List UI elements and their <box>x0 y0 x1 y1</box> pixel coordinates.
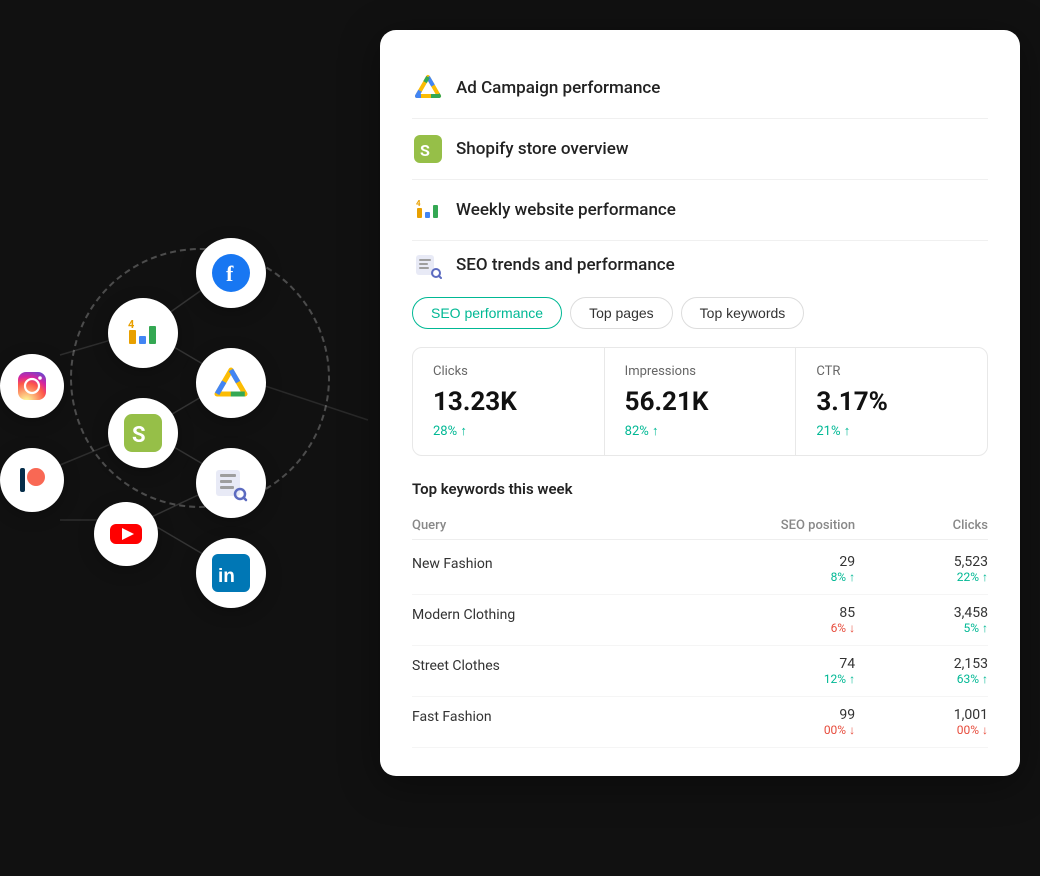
table-row: Modern Clothing 85 6% ↓ 3,458 5% ↑ <box>412 595 988 646</box>
impressions-change: 82% ↑ <box>625 423 776 439</box>
svg-text:4: 4 <box>416 199 421 208</box>
kw-clicks-1: 3,458 5% ↑ <box>855 605 988 635</box>
kw-seo-2: 74 12% ↑ <box>678 656 855 686</box>
ctr-value: 3.17% <box>816 387 967 417</box>
svg-text:in: in <box>218 566 235 587</box>
tab-top-keywords[interactable]: Top keywords <box>681 297 805 329</box>
seo-section: SEO trends and performance SEO performan… <box>412 249 988 748</box>
kw-seo-3: 99 00% ↓ <box>678 707 855 737</box>
metrics-row: Clicks 13.23K 28% ↑ Impressions 56.21K 8… <box>412 347 988 456</box>
table-row: New Fashion 29 8% ↑ 5,523 22% ↑ <box>412 544 988 595</box>
kw-name-0: New Fashion <box>412 554 678 572</box>
col-header-query: Query <box>412 518 678 533</box>
clicks-change: 28% ↑ <box>433 423 584 439</box>
looker-menu-icon: 4 <box>412 194 444 226</box>
table-header: Query SEO position Clicks <box>412 512 988 540</box>
patreon-icon-circle[interactable] <box>0 448 64 512</box>
seo-title-row: SEO trends and performance <box>412 249 988 281</box>
svg-text:f: f <box>226 261 234 286</box>
kw-clicks-2: 2,153 63% ↑ <box>855 656 988 686</box>
tab-seo-performance[interactable]: SEO performance <box>412 297 562 329</box>
impressions-label: Impressions <box>625 364 776 379</box>
col-header-seo: SEO position <box>678 518 855 533</box>
ad-campaign-label: Ad Campaign performance <box>456 78 660 98</box>
kw-name-1: Modern Clothing <box>412 605 678 623</box>
clicks-label: Clicks <box>433 364 584 379</box>
keywords-title: Top keywords this week <box>412 480 988 498</box>
metric-impressions: Impressions 56.21K 82% ↑ <box>605 348 797 455</box>
kw-name-3: Fast Fashion <box>412 707 678 725</box>
kw-seo-0: 29 8% ↑ <box>678 554 855 584</box>
main-card: Ad Campaign performance S Shopify store … <box>380 30 1020 776</box>
table-row: Street Clothes 74 12% ↑ 2,153 63% ↑ <box>412 646 988 697</box>
kw-clicks-3: 1,001 00% ↓ <box>855 707 988 737</box>
menu-item-ad-campaign[interactable]: Ad Campaign performance <box>412 58 988 119</box>
weekly-label: Weekly website performance <box>456 200 676 220</box>
shopify-label: Shopify store overview <box>456 139 628 159</box>
clicks-value: 13.23K <box>433 387 584 417</box>
seo-section-title: SEO trends and performance <box>456 255 675 275</box>
svg-text:S: S <box>420 141 430 160</box>
keywords-table: Query SEO position Clicks New Fashion 29… <box>412 512 988 748</box>
svg-text:S: S <box>132 423 146 448</box>
linkedin-icon-circle[interactable]: in <box>196 538 266 608</box>
col-header-clicks: Clicks <box>855 518 988 533</box>
menu-item-weekly[interactable]: 4 Weekly website performance <box>412 180 988 241</box>
kw-clicks-0: 5,523 22% ↑ <box>855 554 988 584</box>
seo-section-icon <box>412 249 444 281</box>
scene: f 4 S <box>0 0 1040 876</box>
instagram-icon-circle[interactable] <box>0 354 64 418</box>
google-ads-menu-icon <box>412 72 444 104</box>
keyword-rows-container: New Fashion 29 8% ↑ 5,523 22% ↑ Modern C… <box>412 544 988 748</box>
menu-item-shopify[interactable]: S Shopify store overview <box>412 119 988 180</box>
ctr-change: 21% ↑ <box>816 423 967 439</box>
tab-top-pages[interactable]: Top pages <box>570 297 673 329</box>
table-row: Fast Fashion 99 00% ↓ 1,001 00% ↓ <box>412 697 988 748</box>
facebook-icon-circle[interactable]: f <box>196 238 266 308</box>
youtube-icon-circle[interactable] <box>94 502 158 566</box>
search-console-icon-circle[interactable] <box>196 448 266 518</box>
metric-ctr: CTR 3.17% 21% ↑ <box>796 348 987 455</box>
kw-seo-1: 85 6% ↓ <box>678 605 855 635</box>
impressions-value: 56.21K <box>625 387 776 417</box>
svg-text:4: 4 <box>128 318 135 331</box>
google-ads-icon-circle[interactable] <box>196 348 266 418</box>
kw-name-2: Street Clothes <box>412 656 678 674</box>
seo-tabs: SEO performance Top pages Top keywords <box>412 297 988 329</box>
looker-icon-circle[interactable]: 4 <box>108 298 178 368</box>
shopify-icon-circle[interactable]: S <box>108 398 178 468</box>
shopify-menu-icon: S <box>412 133 444 165</box>
ctr-label: CTR <box>816 364 967 379</box>
metric-clicks: Clicks 13.23K 28% ↑ <box>413 348 605 455</box>
